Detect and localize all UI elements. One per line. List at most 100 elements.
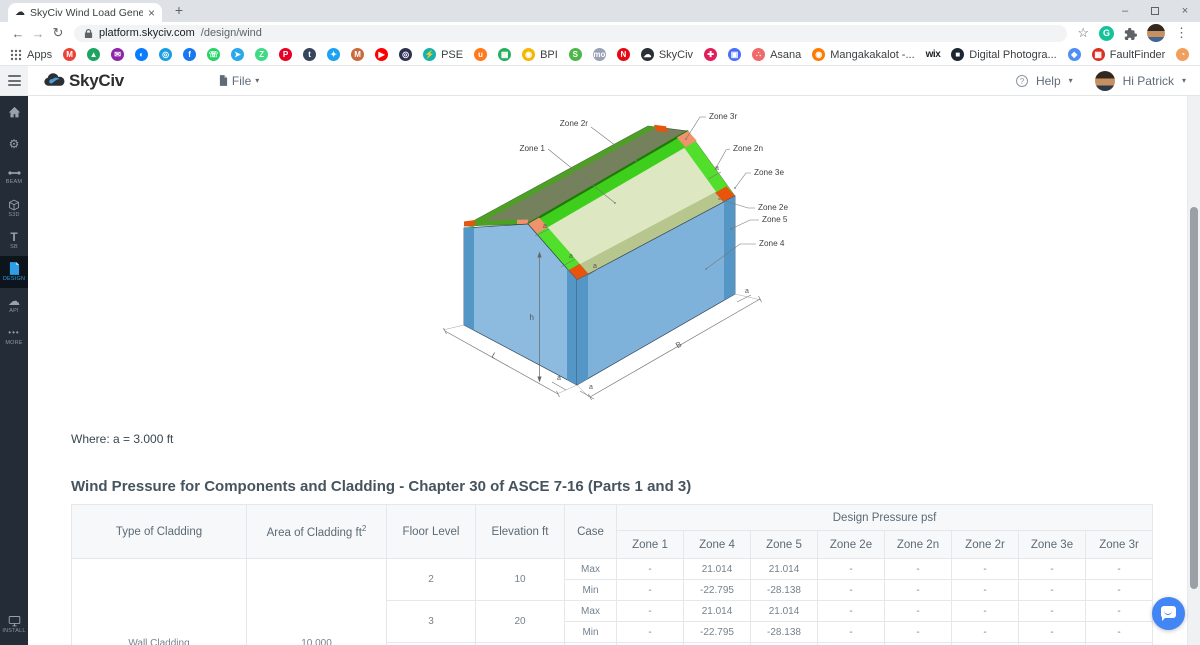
- bookmark-twitter[interactable]: ✦: [327, 48, 340, 61]
- help-icon: ?: [1016, 75, 1028, 87]
- bookmark-spro[interactable]: S: [569, 48, 582, 61]
- bookmark-messenger[interactable]: ◐: [135, 48, 148, 61]
- bookmark-sheets[interactable]: ▦: [498, 48, 511, 61]
- bookmark-faultfinder[interactable]: ▦FaultFinder: [1092, 48, 1166, 61]
- table-row: Wall Cladding 10.000 2 10 Max - 21.014 2…: [72, 559, 1153, 580]
- bookmark-tu[interactable]: u: [474, 48, 487, 61]
- bookmark-skyciv[interactable]: ☁SkyCiv: [641, 48, 693, 61]
- bookmark-clock[interactable]: ◔: [1176, 48, 1189, 61]
- file-icon: [219, 75, 228, 86]
- bookmark-asana[interactable]: ∴Asana: [752, 48, 801, 61]
- url-bar[interactable]: platform.skyciv.com/design/wind: [74, 25, 1067, 42]
- gear-icon: ⚙: [9, 138, 20, 150]
- extensions-puzzle-icon[interactable]: [1124, 27, 1137, 40]
- pressure-table: Type of Cladding Area of Cladding ft2 Fl…: [71, 504, 1153, 645]
- cell-value: 21.014: [684, 559, 751, 580]
- bpi-favicon: ◉: [522, 48, 535, 61]
- sidebar-item-beam[interactable]: BEAM: [0, 160, 28, 192]
- cell-value: -: [885, 601, 952, 622]
- sidebar-item-sb[interactable]: T SB: [0, 224, 28, 256]
- dim-a-label: a: [745, 288, 749, 295]
- where-note: Where: a = 3.000 ft: [71, 432, 173, 446]
- bookmark-apps[interactable]: Apps: [10, 49, 52, 61]
- sidebar-item-more[interactable]: ••• MORE: [0, 320, 28, 352]
- chat-widget-button[interactable]: [1152, 597, 1185, 630]
- browser-tabstrip: ☁ SkyCiv Wind Load Generato × + – ×: [0, 0, 1200, 22]
- sidebar-item-design[interactable]: DESIGN: [0, 256, 28, 288]
- bookmark-drive[interactable]: ▲: [87, 48, 100, 61]
- skyciv-favicon: ☁: [641, 48, 654, 61]
- window-controls: – ×: [1110, 0, 1200, 22]
- help-caret-icon: ▾: [1069, 76, 1073, 85]
- bookmark-gmail[interactable]: M: [63, 48, 76, 61]
- bookmark-digital-photography[interactable]: ■Digital Photogra...: [951, 48, 1056, 61]
- bookmark-whatsapp[interactable]: ☏: [207, 48, 220, 61]
- forward-icon[interactable]: →: [28, 26, 48, 41]
- bookmark-gem[interactable]: ◆: [1068, 48, 1081, 61]
- bookmark-youtube[interactable]: ▶: [375, 48, 388, 61]
- bookmark-apps-label: Apps: [27, 49, 52, 61]
- bookmark-star-icon[interactable]: ☆: [1077, 25, 1089, 41]
- back-icon[interactable]: ←: [8, 26, 28, 41]
- bookmark-zed[interactable]: Z: [255, 48, 268, 61]
- tab-close-icon[interactable]: ×: [148, 6, 155, 20]
- apps-grid-icon: [10, 49, 22, 61]
- cell-value: -: [617, 580, 684, 601]
- bookmark-mo[interactable]: mo: [593, 48, 606, 61]
- mo-favicon: mo: [593, 48, 606, 61]
- monitor-icon: [8, 615, 21, 627]
- beam-icon: [8, 168, 21, 178]
- bookmark-bpi[interactable]: ◉BPI: [522, 48, 558, 61]
- sidebar-item-s3d[interactable]: S3D: [0, 192, 28, 224]
- dim-b-label: B: [674, 340, 683, 350]
- user-avatar[interactable]: [1095, 71, 1115, 91]
- bookmark-facebook[interactable]: f: [183, 48, 196, 61]
- bookmark-slack[interactable]: ✚: [704, 48, 717, 61]
- bookmark-bluebox[interactable]: ▣: [728, 48, 741, 61]
- refresh-icon[interactable]: ↻: [48, 25, 68, 41]
- skyciv-logo[interactable]: SkyCiv: [42, 71, 124, 91]
- cell-value: -: [818, 559, 885, 580]
- bookmark-netflix[interactable]: N: [617, 48, 630, 61]
- file-menu[interactable]: File ▾: [219, 74, 259, 88]
- col-header-zone5: Zone 5: [751, 531, 818, 559]
- bookmark-mail[interactable]: ✉: [111, 48, 124, 61]
- section-builder-icon: T: [10, 231, 17, 243]
- sidebar-item-settings[interactable]: ⚙: [0, 128, 28, 160]
- col-header-area: Area of Cladding ft2: [247, 505, 387, 559]
- bookmark-sphere[interactable]: ◎: [399, 48, 412, 61]
- window-restore-icon[interactable]: [1140, 0, 1170, 22]
- sidebar-item-api[interactable]: ☁ API: [0, 288, 28, 320]
- cell-value: -: [952, 601, 1019, 622]
- new-tab-button[interactable]: +: [170, 2, 188, 20]
- scrollbar-thumb[interactable]: [1190, 207, 1198, 589]
- bookmark-pse[interactable]: ⚡PSE: [423, 48, 463, 61]
- sidebar-item-install[interactable]: INSTALL: [0, 608, 28, 640]
- chat-bubble-icon: [1161, 606, 1176, 618]
- bookmark-mangakakalot[interactable]: ◉Mangakakalot -...: [812, 48, 914, 61]
- browser-menu-icon[interactable]: ⋮: [1175, 25, 1188, 41]
- tumblr-favicon: t: [303, 48, 316, 61]
- col-header-zone2r: Zone 2r: [952, 531, 1019, 559]
- help-menu[interactable]: Help: [1036, 74, 1061, 88]
- wind-zones-3d-diagram: h L B: [440, 98, 788, 416]
- tab-skyciv[interactable]: ☁ SkyCiv Wind Load Generato ×: [8, 3, 162, 22]
- netflix-favicon: N: [617, 48, 630, 61]
- user-menu[interactable]: Hi Patrick: [1123, 74, 1174, 88]
- sidebar-hamburger[interactable]: [0, 66, 28, 96]
- bookmark-tumblr[interactable]: t: [303, 48, 316, 61]
- bookmark-medium[interactable]: M: [351, 48, 364, 61]
- browser-profile-avatar[interactable]: [1147, 24, 1165, 42]
- window-minimize-icon[interactable]: –: [1110, 0, 1140, 22]
- bookmark-pinterest[interactable]: P: [279, 48, 292, 61]
- sidebar-item-home[interactable]: [0, 96, 28, 128]
- cell-value: -28.138: [751, 580, 818, 601]
- pse-favicon: ⚡: [423, 48, 436, 61]
- grammarly-extension-icon[interactable]: G: [1099, 26, 1114, 41]
- bookmark-telegram[interactable]: ➤: [231, 48, 244, 61]
- window-close-icon[interactable]: ×: [1170, 0, 1200, 22]
- bookmark-label: FaultFinder: [1110, 49, 1166, 61]
- bookmark-outlook[interactable]: ◎: [159, 48, 172, 61]
- tab-title: SkyCiv Wind Load Generato: [30, 7, 143, 19]
- bookmark-wix[interactable]: wix: [926, 48, 941, 61]
